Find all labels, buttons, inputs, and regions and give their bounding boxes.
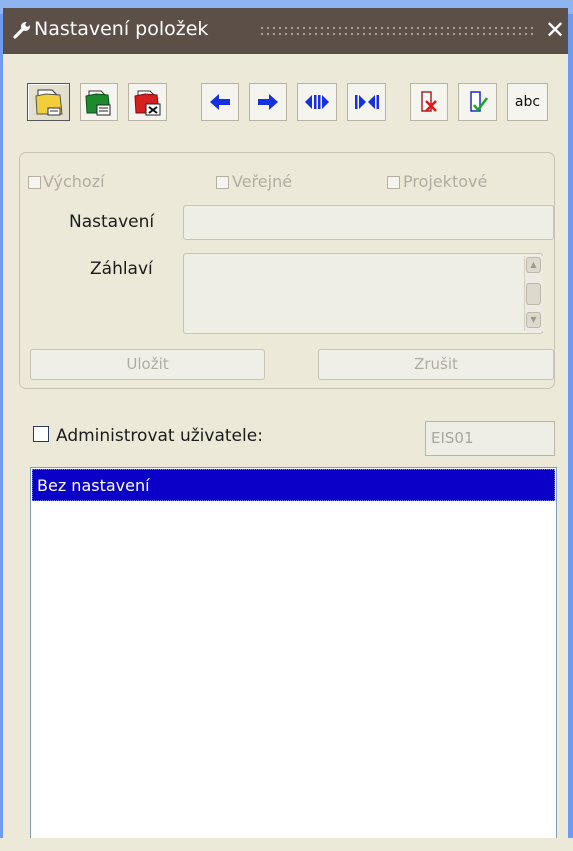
list-item[interactable]: Bez nastavení [32, 469, 555, 501]
setting-label: Nastavení [69, 212, 155, 232]
folder-delete-icon [133, 88, 163, 116]
window-title: Nastavení položek [34, 18, 209, 40]
title-bar[interactable]: Nastavení položek ✕ [3, 8, 568, 54]
wrench-icon [12, 20, 32, 44]
project-checkbox-label: Projektové [403, 172, 488, 191]
collapse-icon [354, 92, 380, 112]
admin-users-label: Administrovat uživatele: [56, 426, 263, 446]
expand-icon [304, 92, 330, 112]
arrow-right-icon [256, 92, 280, 112]
cancel-button[interactable]: Zrušit [318, 349, 554, 380]
remove-column-button[interactable] [410, 83, 448, 121]
save-button[interactable]: Uložit [30, 349, 265, 380]
project-checkbox[interactable] [387, 176, 400, 189]
check-column-button[interactable] [458, 83, 497, 121]
settings-list[interactable]: Bez nastavení [30, 467, 557, 841]
scroll-down-icon[interactable]: ▼ [526, 312, 541, 328]
folder-copy-icon [84, 88, 114, 116]
text-format-button[interactable]: abc [507, 83, 548, 121]
public-checkbox[interactable] [216, 176, 229, 189]
collapse-columns-button[interactable] [347, 83, 386, 121]
delete-setting-button[interactable] [128, 83, 167, 121]
scroll-up-icon[interactable]: ▲ [526, 257, 541, 273]
folder-new-icon [34, 88, 64, 116]
check-column-icon [467, 90, 489, 114]
move-right-button[interactable] [249, 83, 287, 121]
bottom-edge [0, 838, 573, 851]
settings-window: Nastavení položek ✕ abc Výchozí Veřejné … [3, 8, 568, 851]
header-label: Záhlaví [90, 259, 153, 279]
scroll-thumb[interactable] [526, 283, 541, 305]
default-checkbox[interactable] [28, 176, 41, 189]
move-left-button[interactable] [201, 83, 239, 121]
setting-name-field[interactable] [183, 205, 554, 240]
default-checkbox-label: Výchozí [43, 172, 105, 191]
admin-users-checkbox[interactable] [33, 426, 49, 442]
title-grip [259, 25, 534, 38]
user-field[interactable]: EIS01 [425, 421, 555, 456]
remove-column-icon [418, 90, 440, 114]
new-setting-button[interactable] [27, 83, 70, 121]
public-checkbox-label: Veřejné [232, 172, 293, 191]
abc-label: abc [514, 94, 541, 110]
close-button[interactable]: ✕ [543, 13, 567, 47]
copy-setting-button[interactable] [80, 83, 118, 121]
expand-columns-button[interactable] [297, 83, 337, 121]
header-textarea[interactable] [183, 253, 543, 334]
arrow-left-icon [208, 92, 232, 112]
header-scrollbar[interactable]: ▲ ▼ [524, 256, 543, 331]
